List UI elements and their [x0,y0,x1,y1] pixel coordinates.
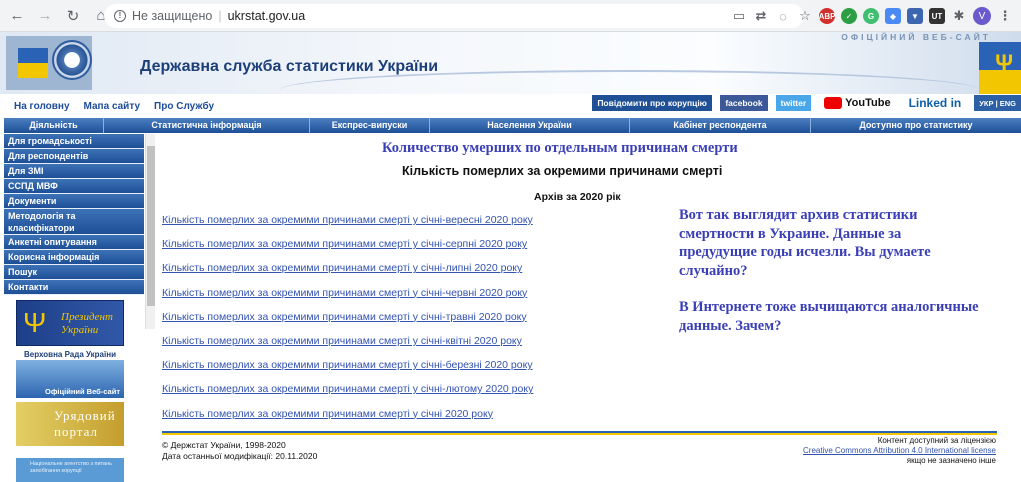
nazk-banner[interactable]: Національне агентство з питань запобіган… [16,458,124,482]
nazk-banner-label: Національне агентство з питань запобіган… [30,461,112,474]
rada-banner-title[interactable]: Верховна Рада України [24,350,116,359]
menu-item-population[interactable]: Населення України [430,118,630,133]
profile-avatar[interactable]: V [973,7,991,25]
comment-paragraph-1: Вот так выглядит архив статистики смертн… [679,207,931,279]
youtube-button[interactable]: YouTube [819,95,895,111]
license-link[interactable]: Creative Commons Attribution 4.0 Interna… [803,446,996,456]
twitter-button[interactable]: twitter [775,95,812,111]
rada-banner[interactable]: Офіційний Веб-сайт [16,360,124,398]
government-portal-label: Урядовий портал [54,408,116,439]
president-banner-label: Президент України [61,311,113,336]
sidebar-item-search[interactable]: Пошук [4,265,144,280]
trident-icon: Ψ [23,307,47,338]
sidebar-item-documents[interactable]: Документи [4,194,144,209]
archive-link-jan-jul[interactable]: Кількість померлих за окремими причинами… [162,262,533,286]
linkedin-button[interactable]: Linked in [904,95,967,111]
official-site-label: ОФІЦІЙНИЙ ВЕБ-САЙТ [841,32,991,42]
cast-icon[interactable]: ▭ [731,8,747,24]
vpn-icon[interactable]: ◆ [885,8,901,24]
footer-copyright: © Держстат України, 1998-2020 Дата остан… [162,440,317,462]
archive-links-list: Кількість померлих за окремими причинами… [162,214,533,432]
facebook-button[interactable]: facebook [720,95,768,111]
license-note: якщо не зазначено інше [906,456,996,465]
extensions-area: ▭ ⇄ ◌ ☆ ABP ✓ G ◆ ▼ UT ✱ V ⋮ [731,5,1013,27]
youtube-play-icon [824,97,843,109]
language-switcher[interactable]: УКР | ENG [974,95,1021,111]
archive-year-label: Архів за 2020 рік [534,191,621,203]
trident-icon: Ψ [995,50,1013,75]
social-links: Повідомити про корупцію facebook twitter… [592,95,1021,111]
archive-link-jan-jun[interactable]: Кількість померлих за окремими причинами… [162,287,533,311]
main-menu: Діяльність Статистична інформація Експре… [4,118,1021,133]
license-text: Контент доступний за ліцензією [877,436,996,445]
archive-link-jan-sep[interactable]: Кількість померлих за окремими причинами… [162,214,533,238]
menu-item-respondent[interactable]: Кабінет респондента [630,118,811,133]
main-content: Количество умерших по отдельным причинам… [162,134,1007,479]
forward-icon[interactable]: → [34,5,56,27]
grammarly-icon[interactable]: G [863,8,879,24]
nav-sitemap-link[interactable]: Мапа сайту [84,101,141,112]
president-banner[interactable]: Ψ Президент України [16,300,124,346]
translate-icon[interactable]: ⇄ [753,8,769,24]
archive-link-jan-mar[interactable]: Кількість померлих за окремими причинами… [162,359,533,383]
menu-item-statistics[interactable]: Статистична інформація [104,118,310,133]
footer-license: Контент доступний за ліцензією Creative … [803,436,996,466]
overlay-heading-ru: Количество умерших по отдельным причинам… [382,140,738,156]
info-icon[interactable]: ! [114,10,126,22]
page-title: Кількість померлих за окремими причинами… [402,164,723,178]
puzzle-icon[interactable]: ✱ [951,8,967,24]
modified-date: Дата останньої модифікації: 20.11.2020 [162,451,318,461]
sidebar-item-methodology[interactable]: Методологія та класифікатори [4,209,144,235]
youtube-label: YouTube [845,97,891,109]
insecure-label: Не защищено [132,9,213,23]
url-separator: | [218,9,222,23]
ut-icon[interactable]: UT [929,8,945,24]
url-text[interactable]: ukrstat.gov.ua [228,9,306,23]
sidebar-item-contacts[interactable]: Контакти [4,280,144,295]
browser-toolbar: ← → ↻ ⌂ ! Не защищено | ukrstat.gov.ua ▭… [0,0,1021,32]
copyright-text: © Держстат України, 1998-2020 [162,440,286,450]
sidebar-item-respondents[interactable]: Для респондентів [4,149,144,164]
nav-about-link[interactable]: Про Службу [154,101,214,112]
overlay-comment: Вот так выглядит архив статистики смертн… [679,206,979,353]
back-icon[interactable]: ← [6,5,28,27]
menu-dots-icon[interactable]: ⋮ [997,8,1013,24]
check-icon[interactable]: ✓ [841,8,857,24]
reload-icon[interactable]: ↻ [62,5,84,27]
menu-item-accessible[interactable]: Доступно про статистику [811,118,1021,133]
site-title: Державна служба статистики України [140,58,439,75]
star-icon[interactable]: ☆ [797,8,813,24]
scrollbar-thumb[interactable] [147,146,155,306]
sidebar-item-surveys[interactable]: Анкетні опитування [4,235,144,250]
ukraine-flag-icon [18,48,48,78]
archive-link-jan-aug[interactable]: Кількість померлих за окремими причинами… [162,238,533,262]
eye-off-icon[interactable]: ◌ [775,8,791,24]
adblock-icon[interactable]: ABP [819,8,835,24]
ukrstat-emblem-icon[interactable] [52,40,92,80]
government-portal-banner[interactable]: Урядовий портал [16,402,124,446]
menu-item-express[interactable]: Експрес-випуски [310,118,430,133]
archive-link-jan-apr[interactable]: Кількість померлих за окремими причинами… [162,335,533,359]
sidebar-item-media[interactable]: Для ЗМІ [4,164,144,179]
sidebar: Для громадськості Для респондентів Для З… [4,134,155,482]
sidebar-item-useful[interactable]: Корисна інформація [4,250,144,265]
menu-item-activity[interactable]: Діяльність [4,118,104,133]
comment-paragraph-2: В Интернете тоже вычищаются аналогичные … [679,299,979,334]
archive-link-jan[interactable]: Кількість померлих за окремими причинами… [162,408,533,432]
address-bar[interactable]: ! Не защищено | ukrstat.gov.ua [104,4,804,28]
report-corruption-button[interactable]: Повідомити про корупцію [592,95,713,111]
sidebar-item-sdds[interactable]: ССПД МВФ [4,179,144,194]
footer-divider [162,431,997,435]
rada-banner-label: Офіційний Веб-сайт [45,387,120,396]
archive-link-jan-may[interactable]: Кількість померлих за окремими причинами… [162,311,533,335]
archive-link-jan-feb[interactable]: Кількість померлих за окремими причинами… [162,383,533,407]
sidebar-scrollbar[interactable] [145,134,155,329]
site-header: Державна служба статистики України ОФІЦІ… [0,32,1021,94]
shield-icon[interactable]: ▼ [907,8,923,24]
sidebar-item-public[interactable]: Для громадськості [4,134,144,149]
nav-home-link[interactable]: На головну [14,101,70,112]
